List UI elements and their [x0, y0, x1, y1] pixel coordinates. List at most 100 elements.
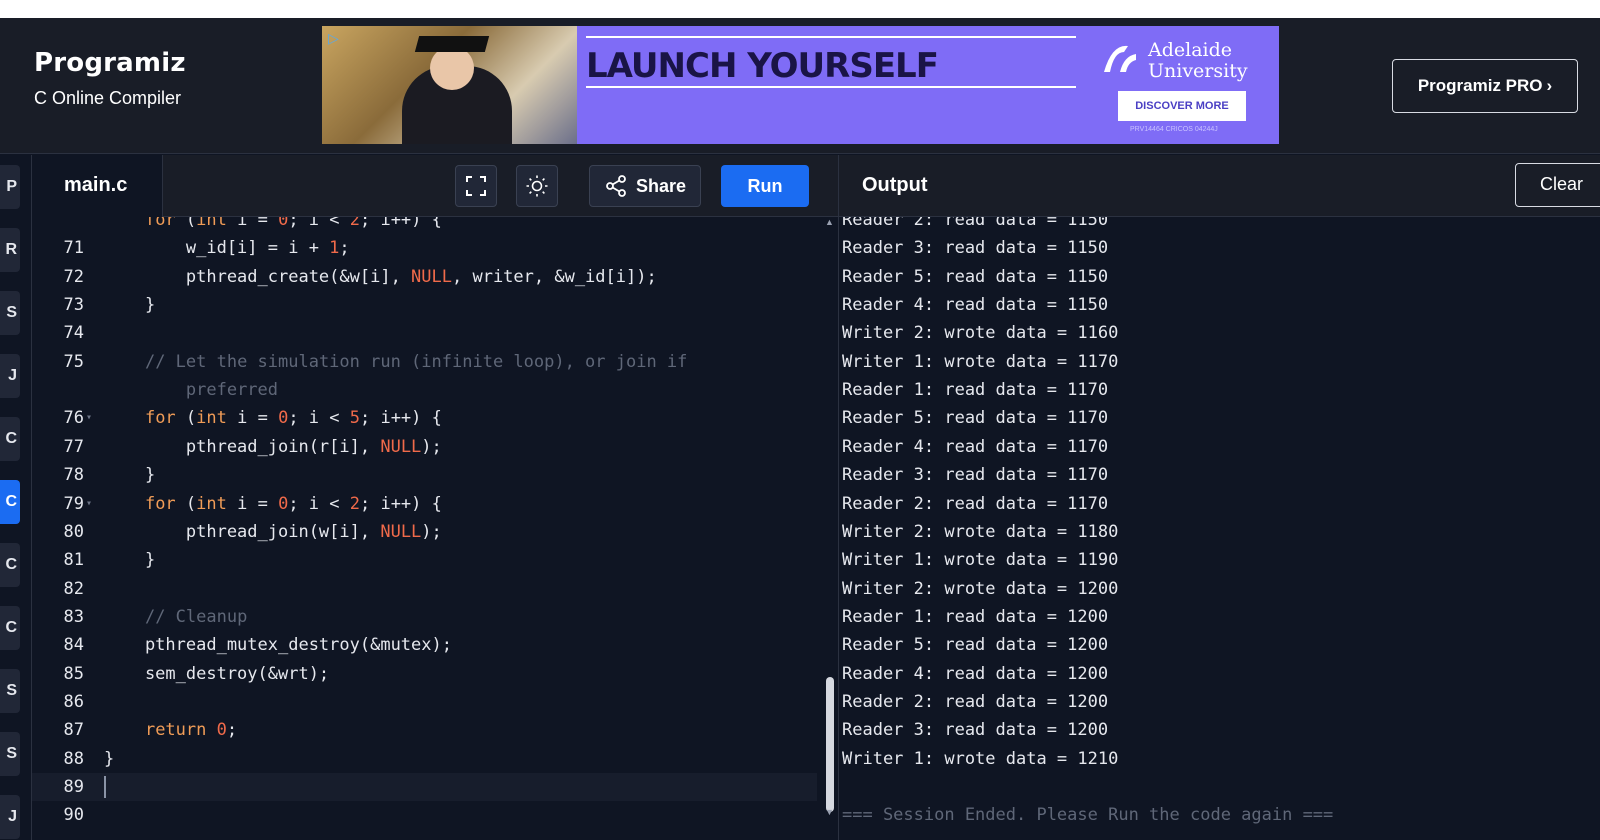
- code-text: w_id[i] = i + 1;: [104, 238, 350, 259]
- fullscreen-button[interactable]: [455, 165, 497, 207]
- code-line[interactable]: 79 ▾ for (int i = 0; i < 2; i++) {: [32, 490, 817, 518]
- code-line[interactable]: 78 }: [32, 461, 817, 489]
- output-line: Writer 2: wrote data = 1180: [842, 521, 1119, 542]
- programiz-pro-button[interactable]: Programiz PRO ›: [1392, 59, 1578, 113]
- code-text: }: [104, 748, 115, 769]
- brand[interactable]: Programiz C Online Compiler: [34, 48, 186, 109]
- run-button[interactable]: Run: [721, 165, 809, 207]
- line-number: 85: [63, 663, 84, 684]
- scroll-down-icon[interactable]: ▼: [825, 807, 834, 817]
- fold-arrow-icon[interactable]: ▾: [86, 490, 92, 518]
- code-editor[interactable]: for (int i = 0; i < 2; i++) { 71 w_id[i] …: [32, 217, 838, 840]
- adchoices-icon[interactable]: ▷: [328, 30, 339, 47]
- code-text: [104, 773, 106, 801]
- site-header: Programiz C Online Compiler ▷ LAUNCH YOU…: [0, 18, 1600, 154]
- code-line[interactable]: 75 // Let the simulation run (infinite l…: [32, 348, 817, 376]
- code-line[interactable]: 87 return 0;: [32, 716, 817, 744]
- line-number: 72: [63, 266, 84, 287]
- line-number: 76: [63, 408, 84, 429]
- code-line[interactable]: 84 pthread_mutex_destroy(&mutex);: [32, 631, 817, 659]
- share-button[interactable]: Share: [589, 165, 701, 207]
- output-line: Reader 2: read data = 1150: [842, 217, 1109, 230]
- code-text: for (int i = 0; i < 2; i++) {: [144, 217, 442, 230]
- tab-main-c[interactable]: main.c: [32, 155, 163, 217]
- language-rail-item[interactable]: J: [0, 795, 20, 839]
- code-text: // Cleanup: [144, 606, 248, 627]
- language-rail-item[interactable]: S: [0, 669, 20, 713]
- ad-banner[interactable]: ▷ LAUNCH YOURSELF Adelaide University DI…: [322, 26, 1279, 144]
- code-line[interactable]: 85 sem_destroy(&wrt);: [32, 660, 817, 688]
- code-text: }: [104, 465, 156, 486]
- line-number: 89: [63, 777, 84, 797]
- line-number: 90: [63, 805, 84, 826]
- editor-toolbar: main.c Share Run: [32, 155, 838, 217]
- line-number: 75: [63, 351, 84, 372]
- fold-arrow-icon[interactable]: ▾: [86, 404, 92, 432]
- language-rail-item[interactable]: C: [0, 606, 20, 650]
- share-icon: [606, 175, 626, 197]
- output-line: Reader 3: read data = 1170: [842, 465, 1109, 486]
- output-console[interactable]: Reader 2: read data = 1150 Reader 3: read…: [838, 217, 1600, 840]
- ad-discover-more-button[interactable]: DISCOVER MORE: [1118, 91, 1246, 121]
- code-line[interactable]: 89: [32, 773, 817, 801]
- output-line: Reader 5: read data = 1150: [842, 266, 1109, 287]
- editor-scrollbar-thumb[interactable]: [826, 677, 834, 812]
- ad-fine-print: PRV14464 CRICOS 04244J: [1130, 126, 1218, 133]
- code-line[interactable]: 74: [32, 319, 817, 347]
- language-rail-item[interactable]: S: [0, 732, 20, 776]
- sun-icon: [526, 175, 548, 197]
- language-rail-item[interactable]: J: [0, 354, 20, 398]
- output-line: Reader 5: read data = 1170: [842, 408, 1109, 429]
- code-line[interactable]: 83 // Cleanup: [32, 603, 817, 631]
- language-rail-item[interactable]: C: [0, 543, 20, 587]
- code-line[interactable]: preferred: [32, 376, 817, 404]
- code-line[interactable]: 90: [32, 801, 817, 829]
- brand-logo-text: Programiz: [34, 48, 186, 78]
- code-line[interactable]: 76 ▾ for (int i = 0; i < 5; i++) {: [32, 404, 817, 432]
- code-text: // Let the simulation run (infinite loop…: [144, 351, 688, 372]
- code-line[interactable]: for (int i = 0; i < 2; i++) {: [32, 217, 817, 234]
- line-number: 77: [63, 436, 84, 457]
- code-line[interactable]: 88}: [32, 745, 817, 773]
- clear-button[interactable]: Clear: [1515, 163, 1600, 207]
- editor-scrollbar[interactable]: ▲ ▼: [822, 217, 838, 840]
- code-text: pthread_join(w[i], NULL);: [104, 521, 442, 542]
- language-rail-item[interactable]: C: [0, 417, 20, 461]
- line-number: 78: [63, 465, 84, 486]
- code-line[interactable]: 73 }: [32, 291, 817, 319]
- output-line: Writer 2: wrote data = 1160: [842, 323, 1119, 344]
- language-rail-item[interactable]: R: [0, 228, 20, 272]
- output-line: Reader 3: read data = 1200: [842, 720, 1109, 741]
- code-line[interactable]: 71 w_id[i] = i + 1;: [32, 234, 817, 262]
- code-line[interactable]: 81 }: [32, 546, 817, 574]
- theme-toggle-button[interactable]: [516, 165, 558, 207]
- output-toolbar: Output Clear: [838, 155, 1600, 217]
- language-rail-item[interactable]: P: [0, 165, 20, 209]
- output-line: Writer 2: wrote data = 1200: [842, 578, 1119, 599]
- output-line: Reader 2: read data = 1170: [842, 493, 1109, 514]
- code-text: for (int i = 0; i < 5; i++) {: [144, 408, 442, 429]
- code-line[interactable]: 82: [32, 575, 817, 603]
- line-number: 83: [63, 606, 84, 627]
- code-line[interactable]: 77 pthread_join(r[i], NULL);: [32, 433, 817, 461]
- output-line: Reader 1: read data = 1200: [842, 606, 1109, 627]
- code-text: pthread_create(&w[i], NULL, writer, &w_i…: [104, 266, 657, 287]
- page-title: C Online Compiler: [34, 88, 182, 108]
- output-line: Writer 1: wrote data = 1210: [842, 748, 1119, 769]
- code-text: }: [104, 550, 156, 571]
- fullscreen-icon: [466, 176, 486, 196]
- code-text: }: [104, 295, 156, 316]
- code-text: sem_destroy(&wrt);: [104, 663, 330, 684]
- output-title: Output: [862, 174, 928, 196]
- scroll-up-icon[interactable]: ▲: [825, 217, 834, 227]
- code-line[interactable]: 80 pthread_join(w[i], NULL);: [32, 518, 817, 546]
- line-number: 82: [63, 578, 84, 599]
- line-number: 87: [63, 720, 84, 741]
- output-line: Reader 1: read data = 1170: [842, 380, 1109, 401]
- code-line[interactable]: 72 pthread_create(&w[i], NULL, writer, &…: [32, 263, 817, 291]
- code-line[interactable]: 86: [32, 688, 817, 716]
- code-text: preferred: [185, 380, 279, 401]
- ad-university-name: Adelaide University: [1148, 39, 1248, 82]
- language-rail-item[interactable]: S: [0, 291, 20, 335]
- language-rail-item[interactable]: C: [0, 480, 20, 524]
